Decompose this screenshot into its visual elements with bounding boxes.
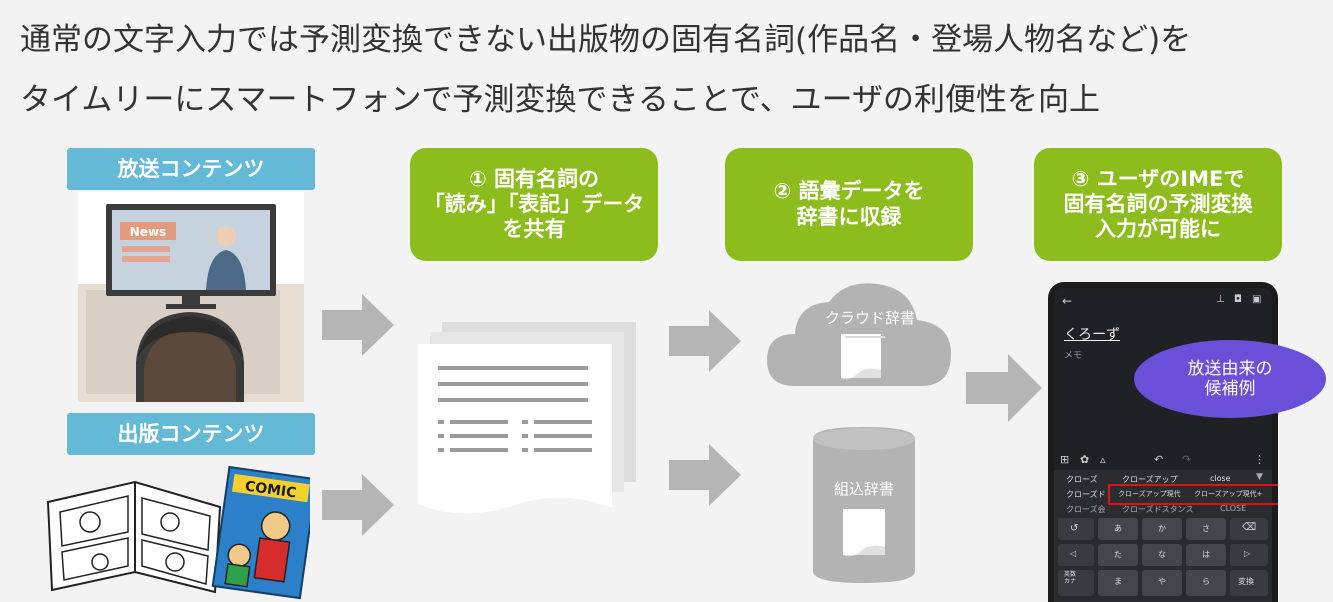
smartphone: ← ⊥ ◘ ▣ くろーず メモ ⊞ ✿ ▵ ↶ ↷ ⋮ クローズ クローズアップ… [1048, 282, 1278, 602]
candidate-highlight-box [1108, 484, 1278, 505]
key-label: は [1202, 550, 1210, 559]
title-line-1: 通常の文字入力では予測変換できない出版物の固有名詞(作品名・登場人物名など)を [20, 22, 1192, 58]
input-text[interactable]: くろーず [1064, 324, 1120, 344]
arrow-data-to-builtin [669, 444, 741, 506]
redo-icon[interactable]: ↷ [1182, 453, 1191, 466]
key-label: さ [1202, 524, 1210, 533]
palette-icon[interactable]: ✿ [1080, 453, 1089, 466]
step-3-box: ③ ユーザのIMEで 固有名詞の予測変換 入力が可能に [1034, 148, 1282, 261]
step-1-text: ① 固有名詞の 「読み」「表記」データ を共有 [423, 166, 645, 242]
step-2-text: ② 語彙データを 辞書に収録 [773, 179, 925, 229]
key-label: や [1158, 577, 1166, 586]
candidate[interactable]: CLOSE [1220, 504, 1246, 513]
more-icon[interactable]: ⋮ [1254, 453, 1265, 466]
news-text: News [130, 225, 166, 239]
step-3-text: ③ ユーザのIMEで 固有名詞の予測変換 入力が可能に [1063, 166, 1253, 242]
key-label: ら [1202, 577, 1210, 586]
key-label: な [1158, 550, 1166, 559]
step-2-box: ② 語彙データを 辞書に収録 [725, 148, 973, 261]
add-icon[interactable]: ⊞ [1060, 453, 1069, 466]
publication-content-label: 出版コンテンツ [67, 413, 315, 455]
title-line-2: タイムリーにスマートフォンで予測変換できることで、ユーザの利便性を向上 [20, 82, 1101, 118]
cloud-dictionary-icon [767, 283, 951, 386]
step-1-box: ① 固有名詞の 「読み」「表記」データ を共有 [410, 148, 658, 261]
memo-label: メモ [1064, 351, 1083, 361]
pin-icon[interactable]: ⊥ [1216, 294, 1225, 305]
arrow-dictionary-to-phone [966, 354, 1042, 422]
builtin-dictionary-label: 組込辞書 [833, 480, 894, 498]
key-label: た [1114, 550, 1122, 559]
arrow-data-to-cloud [669, 310, 741, 372]
broadcast-candidate-callout: 放送由来の 候補例 [1134, 340, 1326, 418]
arrow-broadcast-to-data [322, 294, 394, 356]
manga-illustration: COMIC [46, 465, 310, 600]
format-icon[interactable]: ▵ [1100, 453, 1106, 466]
cloud-dictionary-label: クラウド辞書 [824, 309, 915, 327]
documents-icon [418, 322, 636, 514]
key-label: ま [1114, 577, 1122, 586]
undo-key-icon: ↺ [1070, 523, 1079, 534]
candidate[interactable]: close [1210, 474, 1231, 483]
broadcast-content-label: 放送コンテンツ [67, 148, 315, 190]
expand-candidates-icon[interactable]: ▼ [1256, 472, 1263, 482]
candidate[interactable]: クローズド [1066, 489, 1106, 500]
right-arrow-icon: ▷ [1244, 549, 1251, 558]
tv-viewer-illustration: News [78, 192, 304, 402]
lock-icon[interactable]: ◘ [1234, 294, 1242, 305]
builtin-dictionary-icon [813, 427, 915, 583]
undo-icon[interactable]: ↶ [1154, 453, 1163, 466]
candidate[interactable]: クローズ [1066, 474, 1098, 485]
mode-key-label: 英数 カナ [1064, 571, 1077, 585]
back-arrow-icon[interactable]: ← [1062, 294, 1072, 308]
key-label: あ [1114, 524, 1122, 533]
arrow-publication-to-data [322, 474, 394, 536]
key-label: か [1158, 524, 1166, 533]
archive-icon[interactable]: ▣ [1252, 294, 1261, 305]
backspace-icon: ⌫ [1242, 522, 1257, 533]
left-arrow-icon: ◁ [1070, 549, 1077, 558]
convert-key-label: 変換 [1238, 577, 1254, 586]
